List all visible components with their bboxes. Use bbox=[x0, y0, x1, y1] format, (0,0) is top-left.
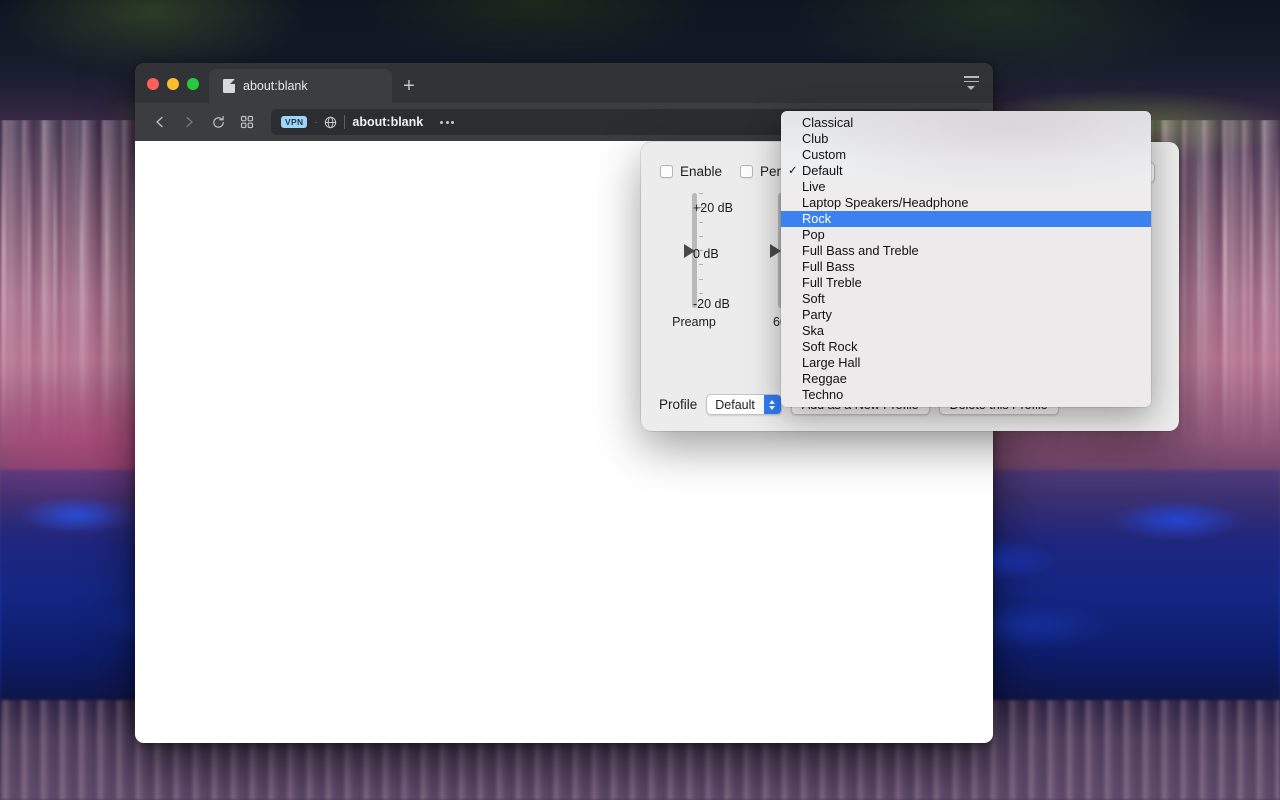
menu-item-label: Classical bbox=[802, 115, 854, 130]
menu-item-label: Pop bbox=[802, 227, 825, 242]
menu-item-custom[interactable]: Custom bbox=[781, 147, 1151, 163]
menu-item-label: Live bbox=[802, 179, 826, 194]
reload-icon bbox=[212, 115, 224, 128]
back-button[interactable] bbox=[147, 109, 173, 135]
menu-item-classical[interactable]: Classical bbox=[781, 115, 1151, 131]
globe-icon[interactable] bbox=[324, 116, 337, 129]
menu-item-label: Ska bbox=[802, 323, 825, 338]
menu-item-party[interactable]: Party bbox=[781, 307, 1151, 323]
menu-item-label: Default bbox=[802, 163, 843, 178]
menu-item-default[interactable]: ✓ Default bbox=[781, 163, 1151, 179]
maximize-window-button[interactable] bbox=[187, 78, 199, 90]
browser-tab-bar: about:blank + bbox=[135, 63, 993, 103]
menu-item-label: Party bbox=[802, 307, 832, 322]
menu-item-label: Laptop Speakers/Headphone bbox=[802, 195, 969, 210]
menu-item-label: Full Bass bbox=[802, 259, 855, 274]
menu-item-label: Large Hall bbox=[802, 355, 861, 370]
close-window-button[interactable] bbox=[147, 78, 159, 90]
scale-label-top: +20 dB bbox=[693, 201, 733, 215]
scale-label-bottom: -20 dB bbox=[693, 297, 730, 311]
stepper-up-down-icon[interactable] bbox=[763, 395, 781, 414]
preamp-band-label: Preamp bbox=[672, 315, 716, 329]
extensions-overflow-icon[interactable] bbox=[440, 120, 455, 124]
menu-item-label: Custom bbox=[802, 147, 847, 162]
check-icon: ✓ bbox=[788, 165, 798, 177]
menu-item-label: Soft bbox=[802, 291, 825, 306]
enable-checkbox[interactable] bbox=[660, 164, 673, 178]
new-tab-button[interactable]: + bbox=[392, 69, 426, 103]
profile-select-value: Default bbox=[715, 397, 755, 412]
menu-item-full-treble[interactable]: Full Treble bbox=[781, 275, 1151, 291]
persist-checkbox[interactable] bbox=[740, 164, 754, 178]
menu-item-label: Techno bbox=[802, 387, 844, 402]
menu-item-soft[interactable]: Soft bbox=[781, 291, 1151, 307]
reload-button[interactable] bbox=[205, 109, 231, 135]
chevron-left-icon bbox=[156, 116, 163, 128]
menu-item-reggae[interactable]: Reggae bbox=[781, 371, 1151, 387]
forward-button[interactable] bbox=[176, 109, 202, 135]
speed-dial-button[interactable] bbox=[234, 109, 260, 135]
hamburger-line bbox=[963, 75, 979, 78]
url-separator-dot: · bbox=[314, 117, 318, 127]
menu-item-full-bass-and-treble[interactable]: Full Bass and Treble bbox=[781, 243, 1151, 259]
menu-item-live[interactable]: Live bbox=[781, 179, 1151, 195]
hamburger-line bbox=[963, 80, 979, 83]
browser-tab-title: about:blank bbox=[243, 79, 308, 93]
menu-item-label: Reggae bbox=[802, 371, 847, 386]
menu-item-club[interactable]: Club bbox=[781, 131, 1151, 147]
menu-item-laptop-speakers-headphone[interactable]: Laptop Speakers/Headphone bbox=[781, 195, 1151, 211]
preamp-slider-column: +20 dB 0 dB -20 dB Preamp bbox=[672, 193, 733, 329]
menu-item-pop[interactable]: Pop bbox=[781, 227, 1151, 243]
menu-item-full-bass[interactable]: Full Bass bbox=[781, 259, 1151, 275]
profile-label: Profile bbox=[659, 397, 698, 412]
window-traffic-lights bbox=[135, 78, 209, 103]
preamp-slider-scale: +20 dB 0 dB -20 dB bbox=[693, 193, 763, 311]
browser-tab-about-blank[interactable]: about:blank bbox=[209, 69, 392, 103]
hamburger-chevron-icon[interactable] bbox=[959, 71, 983, 95]
menu-item-large-hall[interactable]: Large Hall bbox=[781, 355, 1151, 371]
address-bar-text: about:blank bbox=[352, 115, 424, 129]
profile-dropdown-menu[interactable]: Classical Club Custom ✓ Default Live Laptop Sp… bbox=[781, 111, 1151, 407]
grid-icon bbox=[240, 115, 254, 129]
menu-item-label: Full Treble bbox=[802, 275, 862, 290]
menu-item-rock[interactable]: Rock bbox=[781, 211, 1151, 227]
minimize-window-button[interactable] bbox=[167, 78, 179, 90]
desktop-background: about:blank + VPN · about:blank Enable +… bbox=[0, 0, 1280, 800]
menu-item-label: Club bbox=[802, 131, 829, 146]
vpn-badge[interactable]: VPN bbox=[281, 116, 308, 128]
url-divider bbox=[344, 115, 346, 129]
menu-item-label: Rock bbox=[802, 211, 832, 226]
chevron-right-icon bbox=[186, 116, 193, 128]
document-icon bbox=[223, 79, 235, 93]
enable-label: Enable bbox=[680, 163, 723, 179]
scale-label-mid: 0 dB bbox=[693, 247, 719, 261]
band-60-slider-thumb[interactable] bbox=[769, 243, 781, 258]
menu-item-soft-rock[interactable]: Soft Rock bbox=[781, 339, 1151, 355]
chevron-down-icon bbox=[967, 86, 975, 91]
profile-select[interactable]: Default bbox=[706, 394, 782, 415]
menu-item-label: Full Bass and Treble bbox=[802, 243, 919, 258]
menu-item-ska[interactable]: Ska bbox=[781, 323, 1151, 339]
menu-item-techno[interactable]: Techno bbox=[781, 387, 1151, 403]
menu-item-label: Soft Rock bbox=[802, 339, 858, 354]
